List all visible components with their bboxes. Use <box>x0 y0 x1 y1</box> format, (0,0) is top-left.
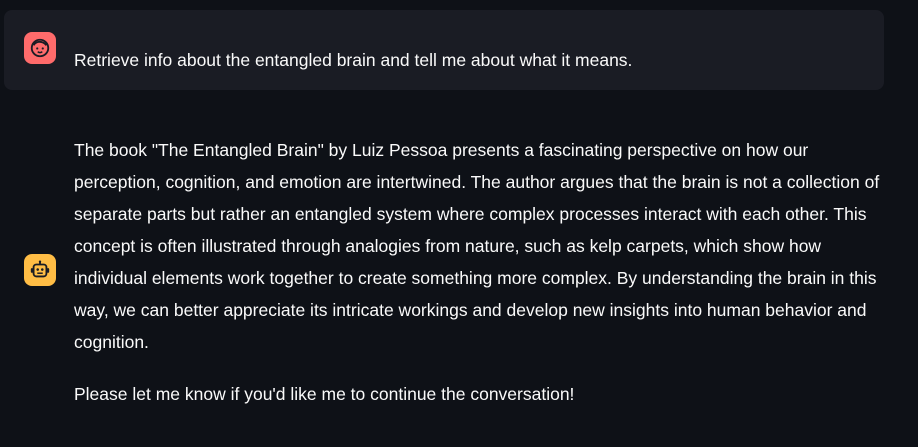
chat-container: Retrieve info about the entangled brain … <box>0 0 918 447</box>
user-message: Retrieve info about the entangled brain … <box>4 10 884 90</box>
assistant-avatar <box>24 254 56 286</box>
user-avatar <box>24 32 56 64</box>
assistant-message-body: The book "The Entangled Brain" by Luiz P… <box>74 134 889 410</box>
user-face-icon <box>30 38 50 58</box>
assistant-paragraph: The book "The Entangled Brain" by Luiz P… <box>74 140 880 352</box>
robot-icon <box>30 260 50 278</box>
assistant-paragraph: Please let me know if you'd like me to c… <box>74 384 575 404</box>
user-message-text: Retrieve info about the entangled brain … <box>74 50 633 70</box>
assistant-message: The book "The Entangled Brain" by Luiz P… <box>0 120 918 440</box>
